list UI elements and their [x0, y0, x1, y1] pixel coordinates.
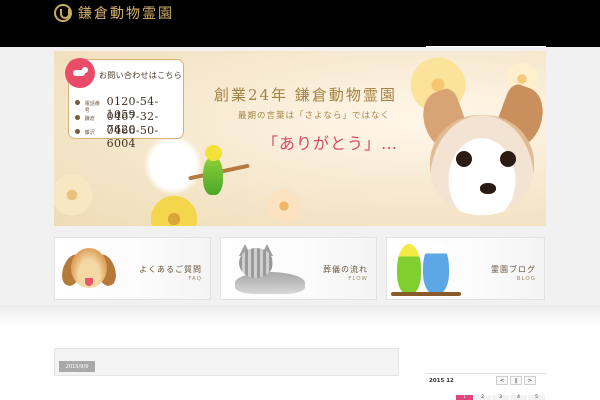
- calendar-day[interactable]: 1: [456, 395, 473, 400]
- calendar-month: 2015 12: [429, 378, 454, 384]
- band-shadow: [0, 305, 600, 327]
- flower-decoration: [146, 191, 202, 226]
- calendar-day[interactable]: 4: [510, 395, 527, 400]
- calendar-pause-button[interactable]: ||: [510, 376, 522, 385]
- puppy-image: [59, 244, 119, 299]
- hero-banner: お問い合わせはこちら 電話番号 0120-54-1059 鎌倉 0467-32-…: [54, 51, 546, 226]
- flower-decoration: [54, 171, 96, 219]
- contact-row[interactable]: 藤沢 0466-50-6004: [75, 124, 183, 150]
- contact-number[interactable]: 0466-50-6004: [107, 124, 183, 150]
- blog-card[interactable]: 霊園ブログ BLOG: [386, 237, 545, 300]
- post-date: 2015/9/9: [59, 361, 95, 372]
- contact-title: お問い合わせはこちら: [99, 71, 182, 80]
- post-header: 2015/9/9: [54, 348, 399, 376]
- contact-label: 藤沢: [84, 130, 95, 136]
- card-subtitle: FAQ: [188, 276, 202, 282]
- calendar-widget: 2015 12 < || > 1 2 3 4 5: [426, 373, 546, 400]
- calendar-days: 1 2 3 4 5: [456, 395, 545, 400]
- card-subtitle: FLOW: [348, 276, 368, 282]
- site-header: 鎌倉動物霊園: [0, 0, 600, 48]
- flower-decoration: [264, 186, 304, 226]
- budgies-image: [391, 240, 463, 299]
- flow-card[interactable]: 葬儀の流れ FLOW: [220, 237, 377, 300]
- chihuahua-image: [415, 81, 546, 225]
- calendar-day[interactable]: 2: [474, 395, 491, 400]
- site-logo[interactable]: 鎌倉動物霊園: [54, 3, 174, 23]
- faq-card[interactable]: よくあるご質問 FAQ: [54, 237, 211, 300]
- card-title: よくあるご質問: [139, 265, 202, 274]
- logo-text: 鎌倉動物霊園: [78, 6, 174, 22]
- dog-badge-icon: [65, 58, 95, 88]
- card-subtitle: BLOG: [516, 276, 536, 282]
- logo-mark-icon: [54, 4, 72, 22]
- card-title: 霊園ブログ: [491, 265, 536, 274]
- card-title: 葬儀の流れ: [323, 265, 368, 274]
- kitten-image: [225, 242, 307, 299]
- paw-icon: [75, 115, 80, 120]
- parakeet-image: [200, 145, 226, 203]
- paw-icon: [75, 100, 80, 105]
- contact-box[interactable]: お問い合わせはこちら 電話番号 0120-54-1059 鎌倉 0467-32-…: [65, 58, 184, 150]
- paw-icon: [75, 129, 80, 134]
- calendar-controls: < || >: [496, 376, 536, 385]
- calendar-prev-button[interactable]: <: [496, 376, 508, 385]
- hero-title: 創業24年 鎌倉動物霊園: [214, 86, 397, 104]
- hero-subtitle: 最期の言葉は「さよなら」ではなく: [238, 111, 391, 121]
- calendar-day[interactable]: 5: [528, 395, 545, 400]
- calendar-next-button[interactable]: >: [524, 376, 536, 385]
- contact-label: 鎌倉: [84, 116, 95, 122]
- calendar-day[interactable]: 3: [492, 395, 509, 400]
- hero-thanks: 「ありがとう」…: [262, 134, 399, 153]
